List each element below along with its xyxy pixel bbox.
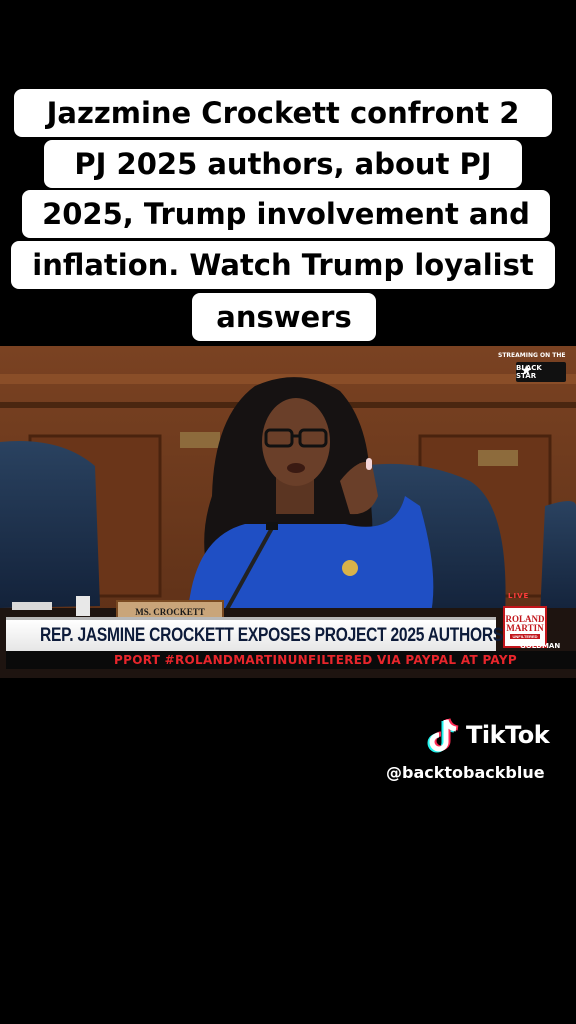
- news-ticker: PPORT #ROLANDMARTINUNFILTERED VIA PAYPAL…: [6, 651, 576, 669]
- creator-username[interactable]: @backtobackblue: [386, 763, 545, 782]
- show-logo-line-2: MARTIN: [506, 623, 544, 633]
- caption-line-1: Jazzmine Crockett confront 2: [14, 89, 552, 137]
- caption-line-3: 2025, Trump involvement and: [22, 190, 550, 238]
- caption-line-4: inflation. Watch Trump loyalist: [11, 241, 555, 289]
- guest-name: GOLDMAN: [520, 642, 561, 650]
- ticker-text: PPORT #ROLANDMARTINUNFILTERED VIA PAYPAL…: [114, 653, 517, 667]
- caption-line-5: answers: [192, 293, 376, 341]
- lower-third-banner: REP. JASMINE CROCKETT EXPOSES PROJECT 20…: [6, 617, 503, 651]
- tiktok-brand-text: TikTok: [466, 721, 550, 749]
- caption-line-2: PJ 2025 authors, about PJ: [44, 140, 522, 188]
- black-star-logo: ★ BLACK STAR: [516, 362, 566, 382]
- live-tag: LIVE: [508, 592, 530, 600]
- tiktok-note-icon: [427, 718, 459, 753]
- star-icon: ★: [520, 363, 533, 379]
- lower-third-text: REP. JASMINE CROCKETT EXPOSES PROJECT 20…: [40, 624, 504, 646]
- show-logo-line-3: UNFILTERED: [510, 634, 540, 639]
- streaming-label: STREAMING ON THE: [498, 352, 566, 359]
- tiktok-watermark: TikTok: [426, 716, 550, 754]
